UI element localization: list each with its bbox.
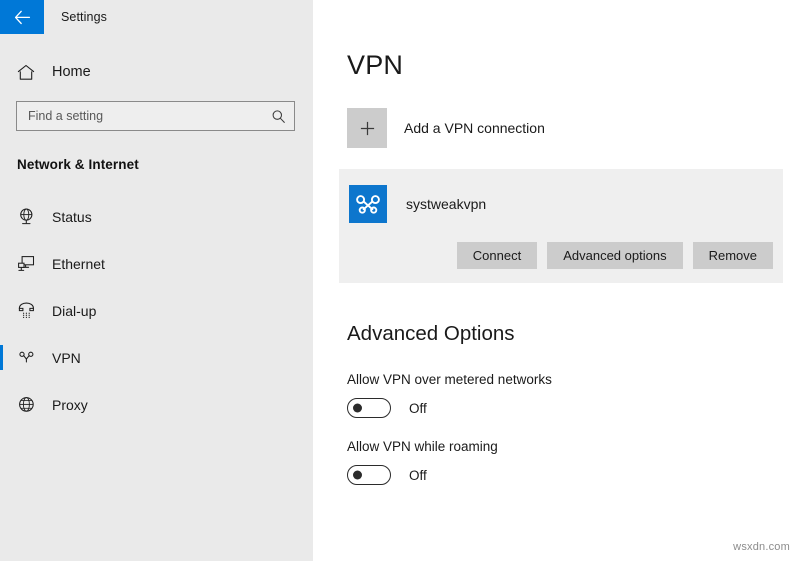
option-metered-networks-row: Off [347, 398, 800, 418]
back-button[interactable] [0, 0, 44, 34]
page-title: VPN [347, 50, 800, 81]
sidebar-item-dial-up-label: Dial-up [52, 303, 96, 319]
search-box[interactable] [16, 101, 295, 131]
watermark: wsxdn.com [733, 541, 790, 553]
sidebar-item-dial-up[interactable]: Dial-up [0, 287, 313, 334]
ethernet-icon [17, 254, 39, 273]
toggle-knob [353, 471, 362, 480]
settings-window: Settings Home Network & Internet [0, 0, 800, 561]
option-roaming-row: Off [347, 465, 800, 485]
sidebar-item-proxy[interactable]: Proxy [0, 381, 313, 428]
proxy-globe-icon [17, 395, 39, 414]
home-icon [17, 64, 39, 81]
vpn-connection-header: systweakvpn [349, 185, 773, 223]
main-content: VPN Add a VPN connection [313, 0, 800, 561]
sidebar-item-home-label: Home [52, 64, 91, 80]
advanced-options-title: Advanced Options [347, 322, 800, 346]
sidebar-item-status-label: Status [52, 209, 92, 225]
add-vpn-connection-button[interactable]: Add a VPN connection [347, 108, 607, 148]
connect-button[interactable]: Connect [457, 242, 537, 269]
option-roaming: Allow VPN while roaming Off [347, 439, 800, 485]
dialup-phone-icon [17, 301, 39, 320]
advanced-options-button[interactable]: Advanced options [547, 242, 682, 269]
remove-button[interactable]: Remove [693, 242, 773, 269]
roaming-toggle[interactable] [347, 465, 391, 485]
add-vpn-connection-label: Add a VPN connection [404, 120, 545, 136]
metered-networks-toggle[interactable] [347, 398, 391, 418]
sidebar-item-vpn-label: VPN [52, 350, 81, 366]
sidebar-item-status[interactable]: Status [0, 193, 313, 240]
vpn-icon [17, 348, 39, 367]
sidebar-item-ethernet[interactable]: Ethernet [0, 240, 313, 287]
vpn-connection-card[interactable]: systweakvpn Connect Advanced options Rem… [339, 169, 783, 283]
sidebar-item-vpn[interactable]: VPN [0, 334, 313, 381]
sidebar-item-proxy-label: Proxy [52, 397, 88, 413]
toggle-knob [353, 404, 362, 413]
roaming-toggle-state: Off [409, 468, 427, 483]
search-input[interactable] [28, 102, 271, 130]
plus-icon [347, 108, 387, 148]
sidebar-item-ethernet-label: Ethernet [52, 256, 105, 272]
sidebar: Settings Home Network & Internet [0, 0, 313, 561]
option-metered-networks-label: Allow VPN over metered networks [347, 372, 800, 387]
vpn-connection-name: systweakvpn [406, 196, 486, 212]
option-metered-networks: Allow VPN over metered networks Off [347, 372, 800, 418]
title-bar: Settings [0, 0, 313, 34]
window-title: Settings [44, 0, 107, 34]
vpn-knot-icon [349, 185, 387, 223]
sidebar-section-title: Network & Internet [17, 157, 313, 172]
back-arrow-icon [14, 10, 31, 25]
status-globe-icon [17, 207, 39, 226]
option-roaming-label: Allow VPN while roaming [347, 439, 800, 454]
metered-networks-toggle-state: Off [409, 401, 427, 416]
search-icon[interactable] [271, 109, 286, 124]
sidebar-nav: Status Ethernet [0, 193, 313, 428]
vpn-action-buttons: Connect Advanced options Remove [349, 242, 773, 269]
sidebar-item-home[interactable]: Home [0, 57, 313, 87]
